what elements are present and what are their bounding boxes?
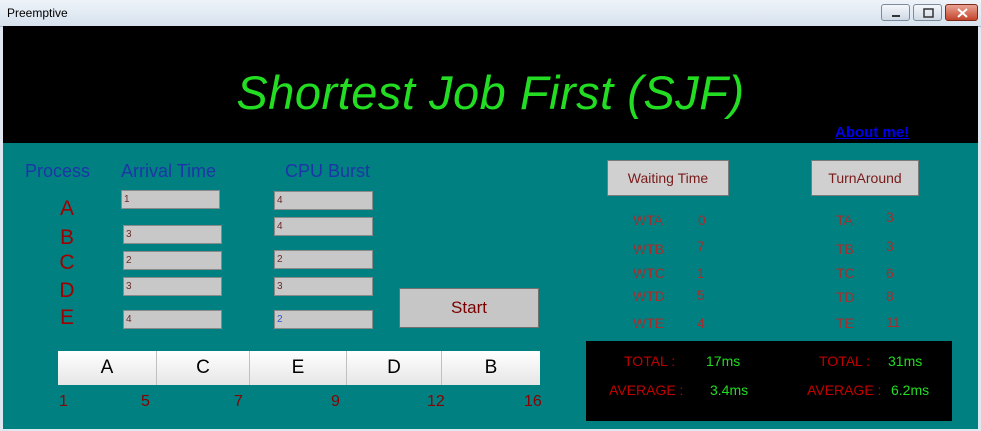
minimize-button[interactable] (881, 4, 910, 21)
process-label-e: E (59, 306, 74, 329)
turnaround-average-value: 6.2ms (891, 382, 930, 398)
burst-input-e[interactable] (274, 310, 373, 329)
waiting-average-value: 3.4ms (710, 382, 749, 398)
gantt-block-d: D (347, 351, 442, 385)
td-value: 8 (886, 288, 894, 304)
arrival-input-d[interactable] (123, 277, 222, 296)
burst-input-b[interactable] (274, 217, 373, 236)
arrival-time-header: Arrival Time (121, 161, 217, 181)
wta-value: 0 (698, 212, 706, 228)
wtb-value: 7 (697, 238, 705, 254)
totals-panel: TOTAL : 17ms AVERAGE : 3.4ms TOTAL : 31m… (586, 341, 952, 421)
tb-value: 3 (886, 238, 894, 254)
gantt-block-b: B (442, 351, 540, 385)
minimize-icon (892, 15, 900, 17)
gantt-block-c: C (157, 351, 250, 385)
wte-value: 4 (697, 315, 705, 331)
process-label-c: C (59, 251, 75, 274)
burst-input-c[interactable] (274, 250, 373, 269)
close-icon (957, 8, 968, 18)
wta-label: WTA (633, 212, 664, 228)
te-value: 11 (886, 314, 901, 330)
turnaround-total-value: 31ms (888, 353, 923, 369)
tc-label: TC (836, 265, 855, 281)
maximize-button[interactable] (913, 4, 942, 21)
maximize-icon (923, 8, 934, 18)
gantt-time-9: 9 (331, 393, 340, 410)
gantt-block-e: E (250, 351, 347, 385)
gantt-chart: A C E D B (58, 351, 540, 385)
cpu-burst-header: CPU Burst (285, 161, 371, 181)
wtb-label: WTB (633, 241, 665, 257)
gantt-time-7: 7 (234, 393, 243, 410)
gantt-time-16: 16 (524, 393, 542, 410)
turnaround-total-label: TOTAL : (819, 353, 871, 369)
close-button[interactable] (945, 4, 978, 21)
about-link[interactable]: About me! (835, 124, 909, 141)
gantt-time-1: 1 (59, 393, 68, 410)
waiting-total-label: TOTAL : (624, 353, 676, 369)
arrival-input-b[interactable] (123, 225, 222, 244)
wte-label: WTE (633, 315, 665, 331)
wtc-label: WTC (633, 265, 665, 281)
page-title: Shortest Job First (SJF) (236, 66, 745, 119)
start-button[interactable]: Start (399, 288, 539, 328)
arrival-input-a[interactable] (121, 190, 220, 209)
wtd-label: WTD (633, 288, 665, 304)
te-label: TE (836, 315, 854, 331)
turnaround-average-label: AVERAGE : (807, 382, 882, 398)
gantt-block-a: A (58, 351, 157, 385)
process-label-d: D (59, 279, 75, 302)
td-label: TD (836, 289, 855, 305)
wtc-value: 1 (697, 265, 705, 281)
waiting-time-button[interactable]: Waiting Time (607, 160, 729, 196)
gantt-time-5: 5 (141, 393, 150, 410)
burst-input-d[interactable] (274, 277, 373, 296)
wtd-value: 5 (697, 287, 705, 303)
arrival-input-c[interactable] (123, 251, 222, 270)
window-title: Preemptive (7, 6, 68, 20)
tc-value: 6 (886, 265, 894, 281)
arrival-input-e[interactable] (123, 310, 222, 329)
gantt-time-12: 12 (427, 393, 445, 410)
ta-label: TA (836, 212, 853, 228)
waiting-average-label: AVERAGE : (609, 382, 684, 398)
burst-input-a[interactable] (274, 191, 373, 210)
ta-value: 3 (886, 209, 894, 225)
process-label-b: B (59, 226, 74, 249)
title-bar (0, 0, 981, 27)
process-header: Process (25, 161, 91, 181)
header-banner: Shortest Job First (SJF) (3, 26, 978, 143)
process-label-a: A (59, 197, 74, 220)
tb-label: TB (836, 241, 854, 257)
turnaround-button[interactable]: TurnAround (811, 160, 919, 196)
waiting-total-value: 17ms (706, 353, 741, 369)
